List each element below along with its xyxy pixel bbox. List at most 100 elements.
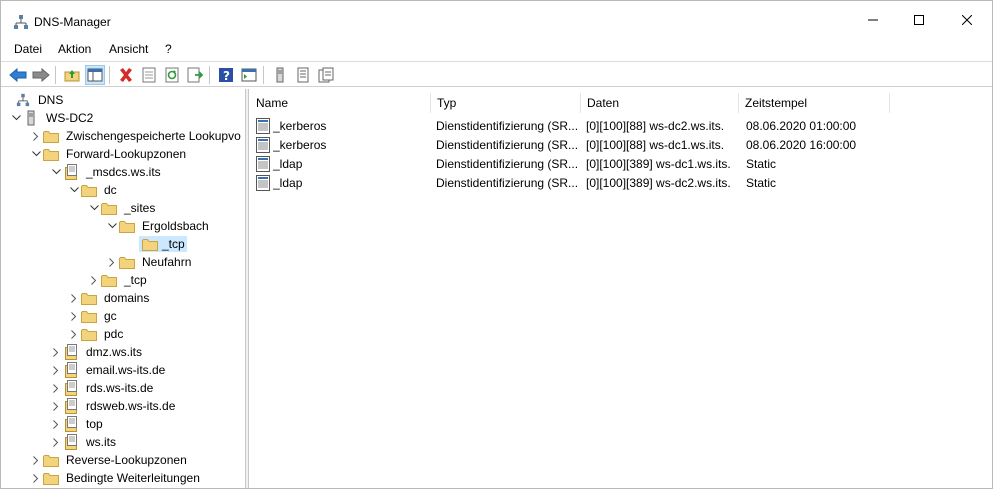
- chevron-right-icon[interactable]: [29, 451, 43, 469]
- cell-typ: Dienstidentifizierung (SR...: [436, 137, 579, 152]
- tree-item-email-zone[interactable]: email.ws-its.de: [49, 361, 167, 379]
- table-row[interactable]: _kerberos Dienstidentifizierung (SR... […: [249, 135, 992, 154]
- chevron-right-icon[interactable]: [49, 343, 63, 361]
- cell-typ: Dienstidentifizierung (SR...: [436, 156, 579, 171]
- tree-item-reverse-lookup-zones[interactable]: Reverse-Lookupzonen: [29, 451, 189, 469]
- close-button[interactable]: [944, 1, 990, 39]
- tree-item-dmz-zone[interactable]: dmz.ws.its: [49, 343, 144, 361]
- menu-datei[interactable]: Datei: [14, 42, 42, 56]
- chevron-down-icon[interactable]: [87, 199, 101, 217]
- table-row[interactable]: _kerberos Dienstidentifizierung (SR... […: [249, 116, 992, 135]
- record-list-icon: [297, 67, 309, 83]
- folder-icon: [139, 236, 160, 252]
- tree-item-dns[interactable]: DNS: [1, 91, 65, 109]
- record-icon: [255, 135, 271, 154]
- cell-zeitstempel: 08.06.2020 16:00:00: [746, 137, 857, 152]
- chevron-right-icon[interactable]: [67, 325, 81, 343]
- dns-root-icon: [15, 92, 31, 108]
- tree-item-sites[interactable]: _sites: [87, 199, 157, 217]
- delete-icon: [120, 68, 132, 82]
- tree-item-rds-zone[interactable]: rds.ws-its.de: [49, 379, 155, 397]
- cell-daten: [0][100][88] ws-dc1.ws.its.: [586, 137, 725, 152]
- chevron-right-icon[interactable]: [49, 415, 63, 433]
- column-header-daten[interactable]: Daten: [580, 93, 738, 113]
- forward-arrow-icon: [32, 68, 50, 82]
- chevron-right-icon[interactable]: [105, 253, 119, 271]
- chevron-right-icon[interactable]: [49, 361, 63, 379]
- chevron-down-icon[interactable]: [9, 109, 23, 127]
- chevron-right-icon[interactable]: [49, 397, 63, 415]
- chevron-down-icon[interactable]: [29, 145, 43, 163]
- zone-icon: [63, 434, 79, 450]
- console-pane-icon: [241, 68, 257, 82]
- tree-label: _tcp: [160, 236, 187, 252]
- console-pane-button[interactable]: [239, 65, 259, 85]
- delete-button[interactable]: [116, 65, 136, 85]
- tree-item-tcp-selected[interactable]: _tcp: [125, 235, 187, 253]
- record-list-button[interactable]: [293, 65, 313, 85]
- tree-item-ergoldsbach[interactable]: Ergoldsbach: [105, 217, 211, 235]
- chevron-right-icon[interactable]: [49, 379, 63, 397]
- up-one-level-button[interactable]: [62, 65, 82, 85]
- up-folder-icon: [64, 70, 80, 82]
- tree-label: rdsweb.ws-its.de: [86, 399, 176, 413]
- tree-item-ws-dc2[interactable]: WS-DC2: [9, 109, 95, 127]
- server-button[interactable]: [270, 65, 290, 85]
- chevron-down-icon[interactable]: [49, 163, 63, 181]
- title-bar[interactable]: DNS-Manager: [1, 1, 992, 39]
- folder-icon: [43, 470, 59, 486]
- cell-name: _kerberos: [273, 137, 327, 152]
- tree-item-msdcs-zone[interactable]: _msdcs.ws.its: [49, 163, 163, 181]
- tree-item-conditional-forwarders[interactable]: Bedingte Weiterleitungen: [29, 469, 202, 487]
- show-hide-tree-button[interactable]: [85, 65, 105, 85]
- records-list: Name Typ Daten Zeitstempel _kerberos Die…: [249, 89, 992, 488]
- tree-item-tcp[interactable]: _tcp: [87, 271, 149, 289]
- tree-item-rdsweb-zone[interactable]: rdsweb.ws-its.de: [49, 397, 177, 415]
- chevron-down-icon[interactable]: [105, 217, 119, 235]
- zone-icon: [63, 416, 79, 432]
- cell-name: _ldap: [273, 175, 303, 190]
- record-details-button[interactable]: [316, 65, 336, 85]
- tree-item-forward-lookup-zones[interactable]: Forward-Lookupzonen: [29, 145, 188, 163]
- properties-button[interactable]: [139, 65, 159, 85]
- tree-item-dc[interactable]: dc: [67, 181, 119, 199]
- tree-item-domains[interactable]: domains: [67, 289, 151, 307]
- window-title: DNS-Manager: [34, 15, 111, 29]
- menu-aktion[interactable]: Aktion: [58, 42, 91, 56]
- chevron-right-icon[interactable]: [67, 307, 81, 325]
- column-header-zeitstempel[interactable]: Zeitstempel: [738, 93, 888, 113]
- tree-item-neufahrn[interactable]: Neufahrn: [105, 253, 193, 271]
- zone-icon: [63, 362, 79, 378]
- chevron-right-icon[interactable]: [29, 469, 43, 487]
- zone-icon: [63, 380, 79, 396]
- chevron-right-icon[interactable]: [67, 289, 81, 307]
- tree-item-cached-lookups[interactable]: Zwischengespeicherte Lookupvo: [29, 127, 243, 145]
- menu-help[interactable]: ?: [165, 42, 172, 56]
- tree-item-pdc[interactable]: pdc: [67, 325, 125, 343]
- tree-item-top-zone[interactable]: top: [49, 415, 105, 433]
- table-row[interactable]: _ldap Dienstidentifizierung (SR... [0][1…: [249, 154, 992, 173]
- chevron-right-icon[interactable]: [29, 127, 43, 145]
- tree-label: dmz.ws.its: [86, 345, 143, 359]
- back-button[interactable]: [8, 65, 28, 85]
- export-list-button[interactable]: [185, 65, 205, 85]
- refresh-button[interactable]: [162, 65, 182, 85]
- forward-button[interactable]: [31, 65, 51, 85]
- minimize-button[interactable]: [850, 1, 896, 39]
- chevron-down-icon[interactable]: [67, 181, 81, 199]
- table-row[interactable]: _ldap Dienstidentifizierung (SR... [0][1…: [249, 173, 992, 192]
- help-button[interactable]: ?: [216, 65, 236, 85]
- dns-manager-icon: [13, 14, 29, 30]
- menu-ansicht[interactable]: Ansicht: [109, 42, 148, 56]
- tree-item-gc[interactable]: gc: [67, 307, 119, 325]
- column-header-typ[interactable]: Typ: [430, 93, 580, 113]
- tree-pane[interactable]: DNS WS-DC2 Zwischengespeicherte Lookupvo…: [1, 89, 245, 488]
- cell-daten: [0][100][88] ws-dc2.ws.its.: [586, 118, 725, 133]
- chevron-right-icon[interactable]: [49, 433, 63, 451]
- tree-item-wsits-zone[interactable]: ws.its: [49, 433, 118, 451]
- cell-name: _ldap: [273, 156, 303, 171]
- column-header-name[interactable]: Name: [249, 93, 430, 113]
- folder-icon: [119, 254, 135, 270]
- maximize-button[interactable]: [896, 1, 942, 39]
- chevron-right-icon[interactable]: [87, 271, 101, 289]
